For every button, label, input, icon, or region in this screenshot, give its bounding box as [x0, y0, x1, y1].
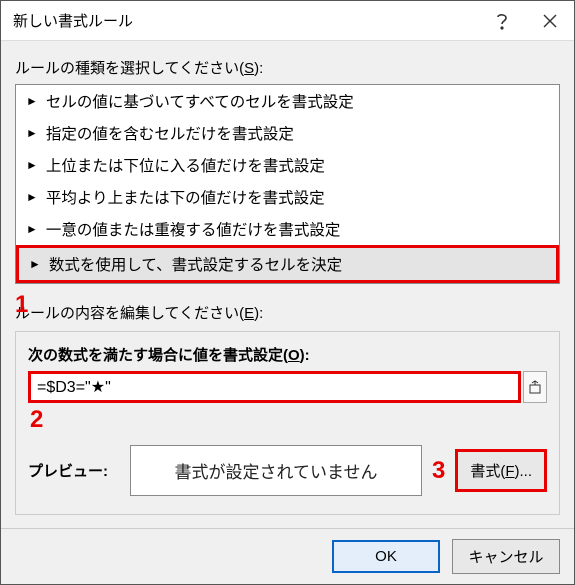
rule-type-text: 平均より上または下の値だけを書式設定 [46, 186, 325, 208]
rule-type-text: 数式を使用して、書式設定するセルを決定 [49, 253, 342, 275]
cancel-button[interactable]: キャンセル [452, 539, 560, 574]
formula-label: 次の数式を満たす場合に値を書式設定(O): [28, 344, 547, 365]
rule-type-text: 一意の値または重複する値だけを書式設定 [46, 218, 341, 240]
close-button[interactable] [526, 1, 574, 41]
label-text: 書式( [470, 463, 505, 480]
rule-type-item[interactable]: ► 平均より上または下の値だけを書式設定 [16, 181, 559, 213]
titlebar: 新しい書式ルール [1, 1, 574, 41]
label-text: ): [300, 347, 310, 364]
rule-type-item-selected[interactable]: ► 数式を使用して、書式設定するセルを決定 [16, 245, 559, 283]
ok-button[interactable]: OK [332, 540, 440, 573]
rule-type-text: 指定の値を含むセルだけを書式設定 [46, 122, 294, 144]
format-button[interactable]: 書式(F)... [455, 449, 547, 492]
label-text: )... [515, 463, 533, 480]
access-key: S [244, 60, 254, 77]
label-text: ルールの種類を選択してください( [15, 60, 244, 77]
label-text: 次の数式を満たす場合に値を書式設定( [28, 347, 288, 364]
preview-box: 書式が設定されていません [130, 445, 422, 496]
rule-type-text: セルの値に基づいてすべてのセルを書式設定 [46, 90, 354, 112]
label-text: ): [254, 305, 263, 322]
access-key: F [505, 463, 514, 480]
arrow-icon: ► [26, 126, 38, 140]
arrow-icon: ► [26, 190, 38, 204]
rule-type-list: ►セルの値に基づいてすべてのセルを書式設定 ►指定の値を含むセルだけを書式設定 … [15, 84, 560, 284]
rule-type-item[interactable]: ► 指定の値を含むセルだけを書式設定 [16, 117, 559, 149]
annotation-2: 2 [30, 406, 43, 434]
new-format-rule-dialog: 新しい書式ルール ルールの種類を選択してください(S): ► セルの値に基づいてす… [0, 0, 575, 585]
dialog-content: ルールの種類を選択してください(S): ► セルの値に基づいてすべてのセルを書式設… [1, 41, 574, 515]
rule-edit-frame: 次の数式を満たす場合に値を書式設定(O): 2 プレビュー: 書式が設定されてい… [15, 331, 560, 515]
formula-input[interactable] [28, 371, 521, 403]
label-text: ルールの内容を編集してください( [15, 305, 244, 322]
arrow-icon: ► [26, 222, 38, 236]
preview-label: プレビュー: [28, 460, 120, 481]
dialog-footer: OK キャンセル [1, 528, 574, 584]
rule-type-text: 上位または下位に入る値だけを書式設定 [46, 154, 325, 176]
arrow-icon: ► [26, 94, 38, 108]
formula-row [28, 371, 547, 403]
annotation-1: 1 [15, 291, 28, 319]
access-key: E [244, 305, 254, 322]
preview-row: プレビュー: 書式が設定されていません 3 書式(F)... [28, 445, 547, 496]
rule-type-item[interactable]: ► 上位または下位に入る値だけを書式設定 [16, 149, 559, 181]
rule-edit-label: ルールの内容を編集してください(E): [15, 302, 560, 323]
rule-type-item[interactable]: ► 一意の値または重複する値だけを書式設定 [16, 213, 559, 245]
help-button[interactable] [478, 1, 526, 41]
range-picker-button[interactable] [523, 371, 547, 403]
rule-type-label: ルールの種類を選択してください(S): [15, 57, 560, 78]
dialog-title: 新しい書式ルール [1, 10, 478, 31]
arrow-icon: ► [26, 158, 38, 172]
label-text: ): [254, 60, 263, 77]
rule-type-item[interactable]: ► セルの値に基づいてすべてのセルを書式設定 [16, 85, 559, 117]
arrow-icon: ► [29, 257, 41, 271]
annotation-3: 3 [432, 457, 445, 485]
access-key: O [288, 347, 300, 364]
